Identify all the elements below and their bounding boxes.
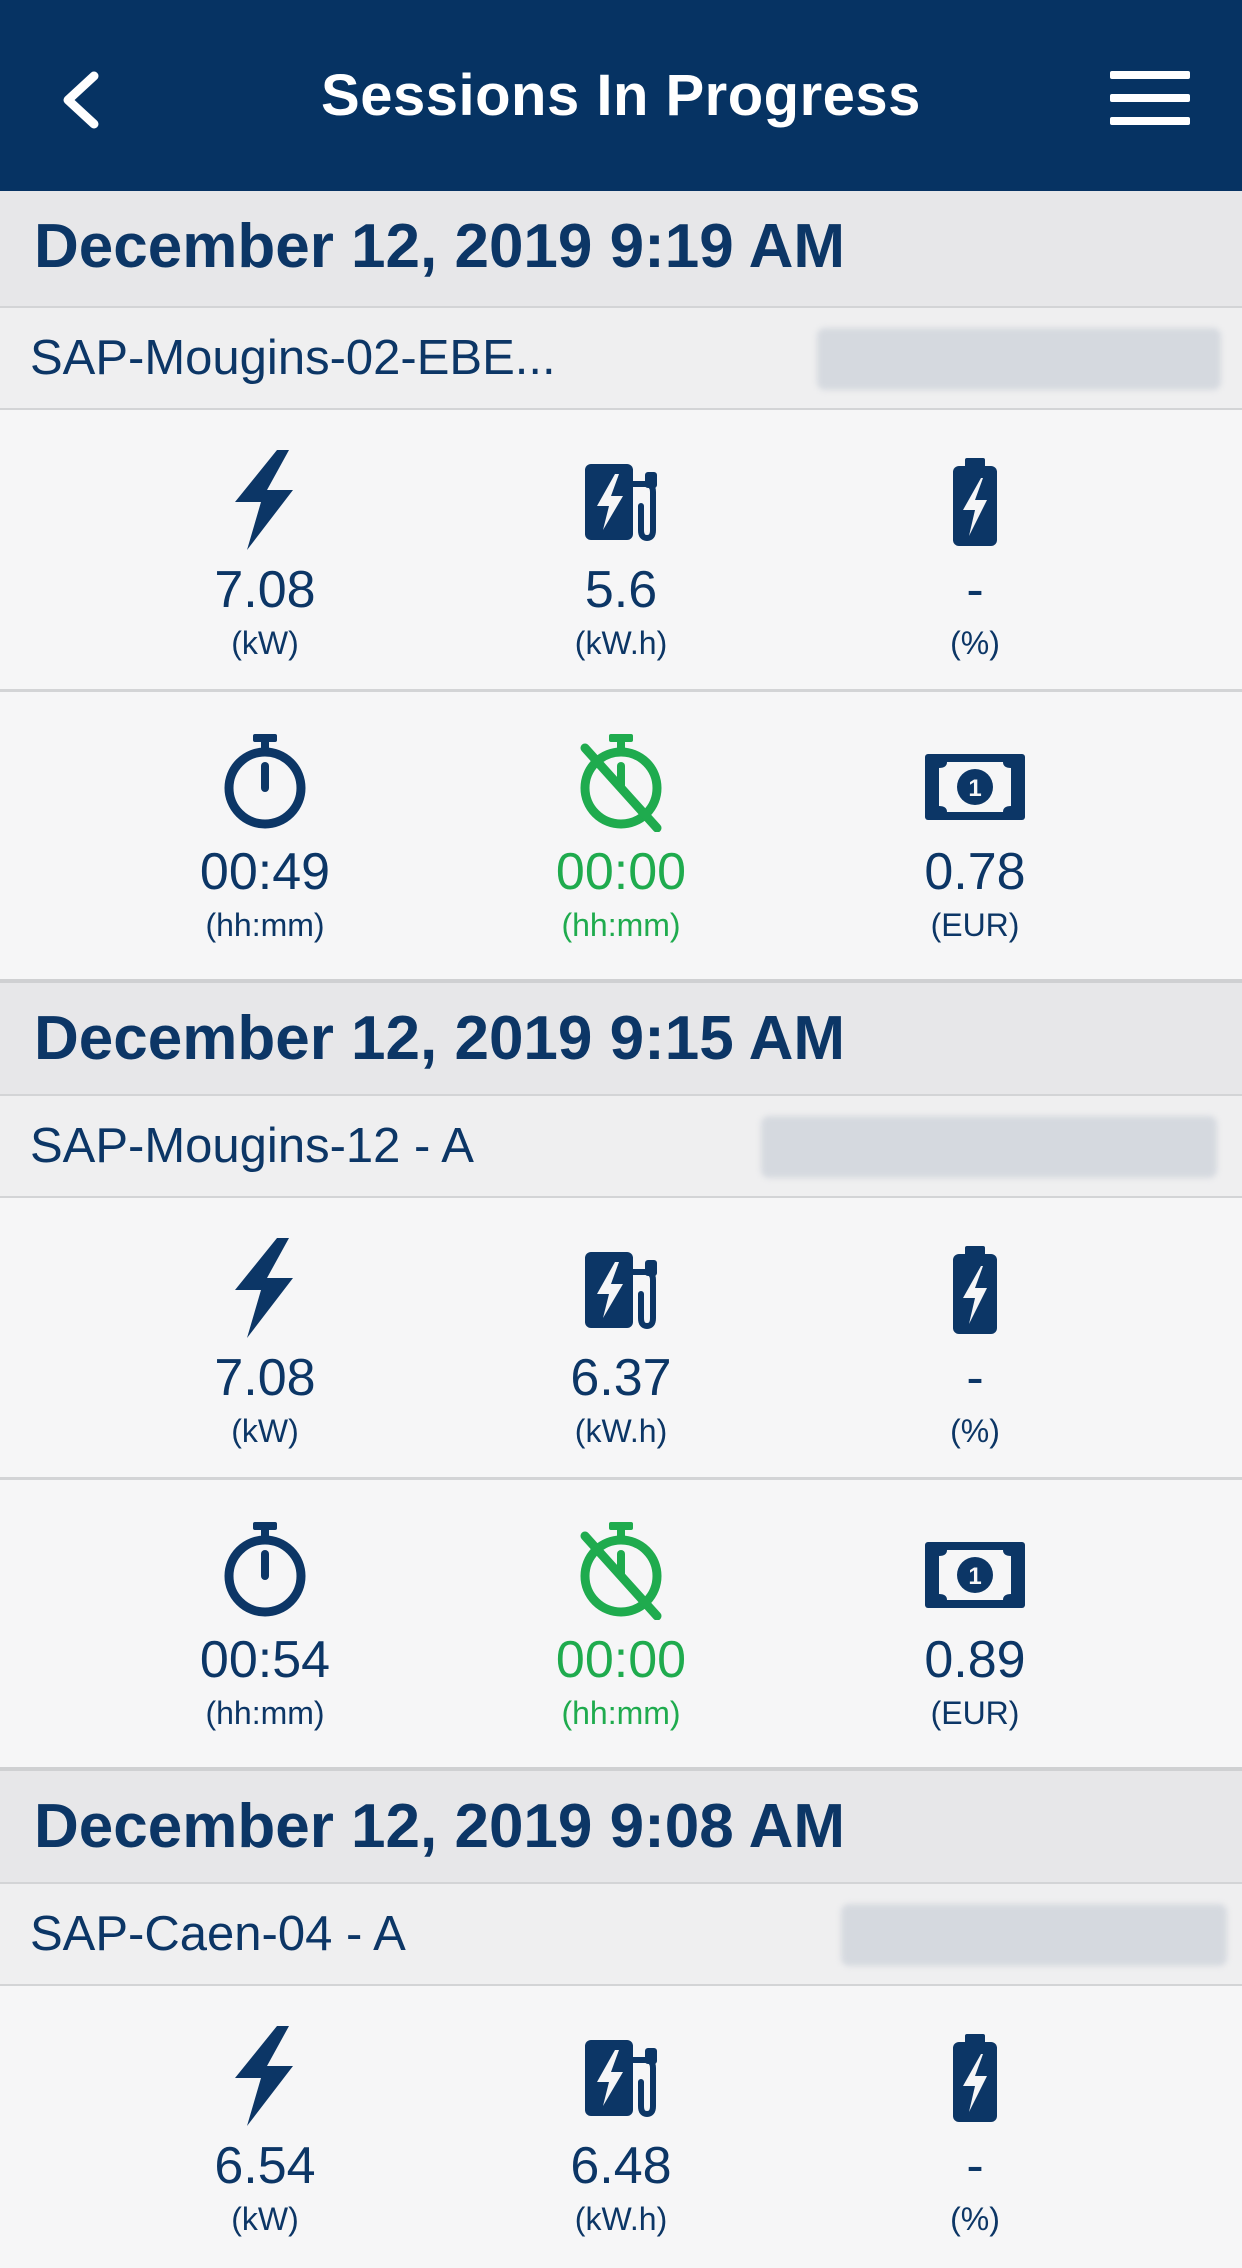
energy-unit: (kW.h) (574, 2201, 668, 2237)
stopwatch-icon (224, 1522, 306, 1617)
battery-charging-icon (953, 1246, 997, 1334)
lightning-bolt-icon (235, 450, 293, 550)
redacted-field (817, 328, 1221, 390)
app-header: Sessions In Progress (0, 0, 1242, 191)
redacted-field (841, 1904, 1227, 1966)
energy-value: 6.37 (570, 1349, 672, 1407)
stopwatch-icon (224, 734, 306, 829)
metric-battery: - (%) (825, 1986, 1125, 2268)
power-value: 6.54 (214, 2137, 316, 2195)
session-date: December 12, 2019 9:19 AM (34, 212, 846, 281)
metrics-row-charging: 7.08 (kW) 6.37 (kW.h) - (%) (0, 1198, 1242, 1480)
banknote-icon: 1 (925, 1542, 1025, 1608)
idle-time-unit: (hh:mm) (561, 1695, 681, 1731)
station-row[interactable]: SAP-Mougins-02-EBE... (0, 306, 1242, 410)
battery-value: - (966, 2137, 984, 2195)
hamburger-menu-icon (1110, 71, 1190, 125)
duration-value: 00:49 (199, 843, 331, 901)
menu-button[interactable] (1108, 68, 1192, 128)
station-row[interactable]: SAP-Caen-04 - A (0, 1882, 1242, 1986)
metric-duration: 00:49 (hh:mm) (115, 692, 415, 974)
lightning-bolt-icon (235, 2026, 293, 2126)
energy-value: 6.48 (570, 2137, 672, 2195)
metrics-row-time: 00:49 (hh:mm) 00:00 (hh:mm) 1 0.78 (EUR) (0, 692, 1242, 974)
station-name: SAP-Mougins-12 - A (30, 1119, 474, 1173)
station-row[interactable]: SAP-Mougins-12 - A (0, 1094, 1242, 1198)
battery-unit: (%) (950, 1413, 1000, 1449)
station-name: SAP-Mougins-02-EBE... (30, 331, 556, 385)
energy-unit: (kW.h) (574, 625, 668, 661)
price-unit: (EUR) (930, 1695, 1020, 1731)
battery-value: - (966, 561, 984, 619)
metrics-row-charging: 7.08 (kW) 5.6 (kW.h) - (%) (0, 410, 1242, 692)
metrics-row-charging: 6.54 (kW) 6.48 (kW.h) - (%) (0, 1986, 1242, 2268)
price-value: 0.78 (924, 843, 1026, 901)
session-date: December 12, 2019 9:08 AM (34, 1792, 846, 1861)
energy-unit: (kW.h) (574, 1413, 668, 1449)
metric-idle-time: 00:00 (hh:mm) (471, 692, 771, 974)
ev-charger-icon (585, 464, 657, 542)
battery-charging-icon (953, 458, 997, 546)
power-value: 7.08 (214, 561, 316, 619)
metric-power: 7.08 (kW) (115, 1198, 415, 1480)
metric-duration: 00:54 (hh:mm) (115, 1480, 415, 1762)
metric-power: 7.08 (kW) (115, 410, 415, 692)
duration-value: 00:54 (199, 1631, 331, 1689)
station-name: SAP-Caen-04 - A (30, 1907, 406, 1961)
metric-energy: 6.48 (kW.h) (471, 1986, 771, 2268)
svg-text:1: 1 (968, 775, 981, 802)
session-date-row: December 12, 2019 9:08 AM (0, 1767, 1242, 1882)
ev-charger-icon (585, 1252, 657, 1330)
power-unit: (kW) (231, 625, 299, 661)
price-unit: (EUR) (930, 907, 1020, 943)
battery-charging-icon (953, 2034, 997, 2122)
idle-time-value: 00:00 (555, 843, 687, 901)
ev-charger-icon (585, 2040, 657, 2118)
session-date-row: December 12, 2019 9:19 AM (0, 191, 1242, 306)
metric-battery: - (%) (825, 410, 1125, 692)
battery-unit: (%) (950, 2201, 1000, 2237)
metric-battery: - (%) (825, 1198, 1125, 1480)
banknote-icon: 1 (925, 754, 1025, 820)
power-unit: (kW) (231, 2201, 299, 2237)
metric-energy: 6.37 (kW.h) (471, 1198, 771, 1480)
lightning-bolt-icon (235, 1238, 293, 1338)
duration-unit: (hh:mm) (205, 1695, 325, 1731)
svg-text:1: 1 (968, 1563, 981, 1590)
idle-time-value: 00:00 (555, 1631, 687, 1689)
price-value: 0.89 (924, 1631, 1026, 1689)
idle-time-unit: (hh:mm) (561, 907, 681, 943)
power-unit: (kW) (231, 1413, 299, 1449)
metric-price: 1 0.78 (EUR) (825, 692, 1125, 974)
metrics-row-time: 00:54 (hh:mm) 00:00 (hh:mm) 1 0.89 (EUR) (0, 1480, 1242, 1762)
session-date-row: December 12, 2019 9:15 AM (0, 979, 1242, 1094)
power-value: 7.08 (214, 1349, 316, 1407)
session-date: December 12, 2019 9:15 AM (34, 1004, 846, 1073)
battery-value: - (966, 1349, 984, 1407)
redacted-field (761, 1116, 1217, 1178)
metric-price: 1 0.89 (EUR) (825, 1480, 1125, 1762)
battery-unit: (%) (950, 625, 1000, 661)
metric-power: 6.54 (kW) (115, 1986, 415, 2268)
duration-unit: (hh:mm) (205, 907, 325, 943)
energy-value: 5.6 (584, 561, 658, 619)
metric-idle-time: 00:00 (hh:mm) (471, 1480, 771, 1762)
stopwatch-off-icon (580, 1522, 662, 1620)
stopwatch-off-icon (580, 734, 662, 832)
metric-energy: 5.6 (kW.h) (471, 410, 771, 692)
page-title: Sessions In Progress (321, 63, 921, 128)
